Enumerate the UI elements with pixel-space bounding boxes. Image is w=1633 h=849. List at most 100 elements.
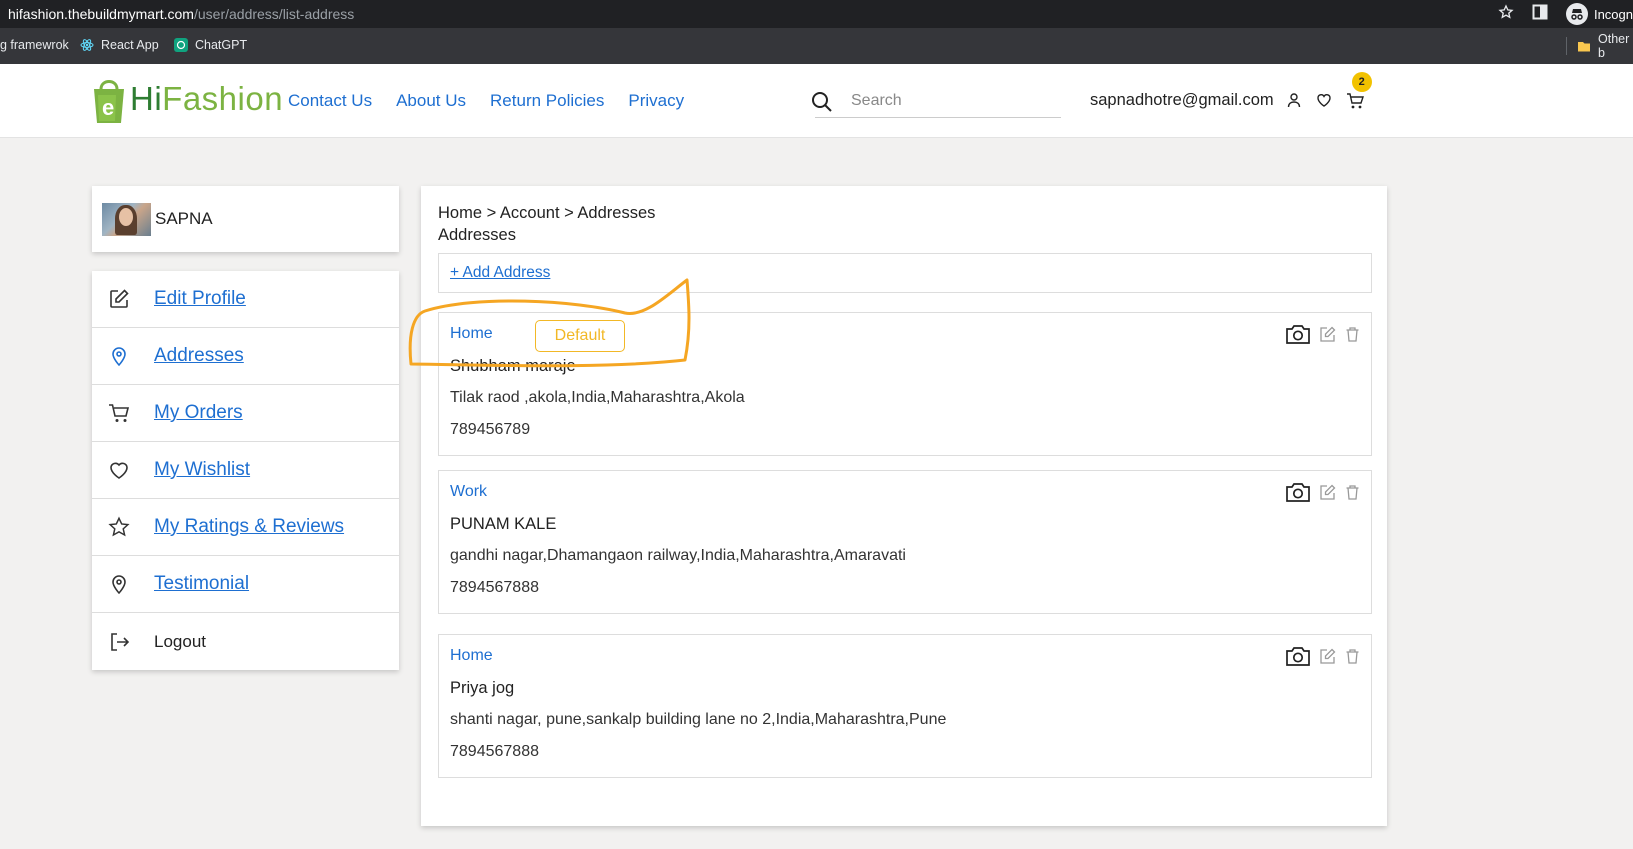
- side-panel-icon[interactable]: [1532, 4, 1548, 24]
- address-line: gandhi nagar,Dhamangaon railway,India,Ma…: [450, 547, 906, 564]
- url-text[interactable]: hifashion.thebuildmymart.com/user/addres…: [8, 6, 354, 22]
- folder-icon: [1577, 39, 1591, 53]
- avatar: [102, 202, 151, 236]
- default-badge: Default: [535, 320, 625, 352]
- logout-icon: [108, 631, 130, 653]
- add-address-button[interactable]: + Add Address: [450, 264, 550, 282]
- star-icon: [108, 516, 130, 538]
- address-name: PUNAM KALE: [450, 515, 557, 533]
- camera-icon[interactable]: [1285, 323, 1311, 345]
- trash-icon[interactable]: [1344, 648, 1361, 665]
- sidebar-item-addresses[interactable]: Addresses: [92, 328, 399, 385]
- sidebar-item-my-wishlist[interactable]: My Wishlist: [92, 442, 399, 499]
- url-host: hifashion.thebuildmymart.com: [8, 6, 194, 22]
- react-icon: [80, 38, 94, 52]
- address-actions: [1285, 481, 1361, 503]
- user-icon[interactable]: [1286, 92, 1304, 110]
- address-type: Work: [450, 483, 488, 500]
- bookmark-label: g framewrok: [0, 38, 69, 52]
- incognito-indicator[interactable]: Incogn: [1565, 3, 1633, 25]
- sidebar-item-label[interactable]: My Orders: [154, 402, 243, 424]
- location-pin-icon: [108, 573, 130, 595]
- user-card: SAPNA: [92, 186, 399, 252]
- user-name: SAPNA: [155, 209, 213, 228]
- url-path: /user/address/list-address: [193, 6, 355, 22]
- bookmarks-bar: g framewrok React App ChatGPT Other b: [0, 28, 1633, 64]
- bookmark-star-icon[interactable]: [1498, 4, 1514, 24]
- address-name: Shubham maraje: [450, 357, 576, 375]
- nav-about-us[interactable]: About Us: [396, 91, 466, 111]
- site-header: e Hi Fashion Contact Us About Us Return P…: [0, 64, 1633, 138]
- edit-icon[interactable]: [1319, 326, 1336, 343]
- cart-button[interactable]: 2: [1346, 71, 1372, 110]
- camera-icon[interactable]: [1285, 481, 1311, 503]
- svg-text:e: e: [102, 95, 114, 120]
- bookmark-react-app[interactable]: React App: [80, 38, 159, 52]
- cart-count-badge: 2: [1351, 71, 1372, 92]
- site-logo[interactable]: e Hi Fashion: [90, 75, 283, 123]
- address-actions: [1285, 645, 1361, 667]
- search-input[interactable]: Search: [812, 84, 1061, 118]
- address-actions: [1285, 323, 1361, 345]
- nav-return-policies[interactable]: Return Policies: [490, 91, 604, 111]
- sidebar-item-edit-profile[interactable]: Edit Profile: [92, 271, 399, 328]
- wishlist-heart-icon[interactable]: [1316, 92, 1334, 110]
- camera-icon[interactable]: [1285, 645, 1311, 667]
- incognito-icon: [1565, 3, 1588, 25]
- nav-privacy[interactable]: Privacy: [628, 91, 684, 111]
- search-icon[interactable]: [811, 91, 833, 113]
- sidebar-item-ratings-reviews[interactable]: My Ratings & Reviews: [92, 499, 399, 556]
- edit-icon: [108, 288, 130, 310]
- trash-icon[interactable]: [1344, 326, 1361, 343]
- address-card: Home Priya jog shanti nagar, pune,sankal…: [438, 634, 1372, 778]
- bookmark-chatgpt[interactable]: ChatGPT: [174, 38, 247, 52]
- sidebar-item-label[interactable]: Addresses: [154, 345, 244, 367]
- add-address-box: + Add Address: [438, 253, 1372, 293]
- address-line: Tilak raod ,akola,India,Maharashtra,Akol…: [450, 389, 745, 406]
- search-placeholder: Search: [851, 91, 902, 109]
- shopping-bag-logo-icon: e: [90, 75, 128, 123]
- sidebar-item-label[interactable]: My Ratings & Reviews: [154, 516, 344, 538]
- nav-contact-us[interactable]: Contact Us: [288, 91, 372, 111]
- browser-address-bar[interactable]: hifashion.thebuildmymart.com/user/addres…: [0, 0, 1633, 28]
- other-bookmarks[interactable]: Other b: [1566, 32, 1633, 60]
- other-bookmarks-label: Other b: [1598, 32, 1630, 60]
- location-icon: [108, 345, 130, 367]
- breadcrumb[interactable]: Home > Account > Addresses: [438, 204, 655, 223]
- bookmark-label: ChatGPT: [195, 38, 248, 52]
- sidebar-item-label[interactable]: My Wishlist: [154, 459, 250, 481]
- address-type: Home: [450, 325, 493, 342]
- header-account-area: sapnadhotre@gmail.com 2: [1090, 71, 1372, 110]
- incognito-label: Incogn: [1593, 6, 1633, 22]
- addresses-panel: Home > Account > Addresses Addresses + A…: [421, 186, 1387, 826]
- bookmark-framework[interactable]: g framewrok: [0, 38, 69, 52]
- trash-icon[interactable]: [1344, 484, 1361, 501]
- logo-text-fashion: Fashion: [162, 80, 284, 117]
- bookmark-label: React App: [101, 38, 159, 52]
- sidebar-item-label[interactable]: Testimonial: [154, 573, 249, 595]
- edit-icon[interactable]: [1319, 648, 1336, 665]
- sidebar-item-logout[interactable]: Logout: [92, 613, 399, 670]
- sidebar-item-label[interactable]: Logout: [154, 632, 206, 652]
- sidebar-item-testimonial[interactable]: Testimonial: [92, 556, 399, 613]
- logo-text-hi: Hi: [130, 80, 163, 117]
- account-menu: Edit Profile Addresses My Orders My Wish…: [92, 271, 399, 670]
- address-card: Home Default Shubham maraje Tilak raod ,…: [438, 312, 1372, 456]
- address-type: Home: [450, 647, 493, 664]
- edit-icon[interactable]: [1319, 484, 1336, 501]
- cart-icon: [108, 402, 130, 424]
- address-card: Work PUNAM KALE gandhi nagar,Dhamangaon …: [438, 470, 1372, 614]
- heart-icon: [108, 459, 130, 481]
- address-phone: 7894567888: [450, 579, 539, 596]
- user-email[interactable]: sapnadhotre@gmail.com: [1090, 91, 1274, 110]
- main-nav: Contact Us About Us Return Policies Priv…: [288, 91, 684, 111]
- address-line: shanti nagar, pune,sankalp building lane…: [450, 711, 947, 728]
- sidebar-item-label[interactable]: Edit Profile: [154, 288, 246, 310]
- page-title: Addresses: [438, 226, 516, 244]
- address-name: Priya jog: [450, 679, 515, 697]
- address-phone: 7894567888: [450, 743, 539, 760]
- cart-icon: [1346, 92, 1364, 108]
- chatgpt-icon: [174, 38, 188, 52]
- address-phone: 789456789: [450, 421, 531, 438]
- sidebar-item-my-orders[interactable]: My Orders: [92, 385, 399, 442]
